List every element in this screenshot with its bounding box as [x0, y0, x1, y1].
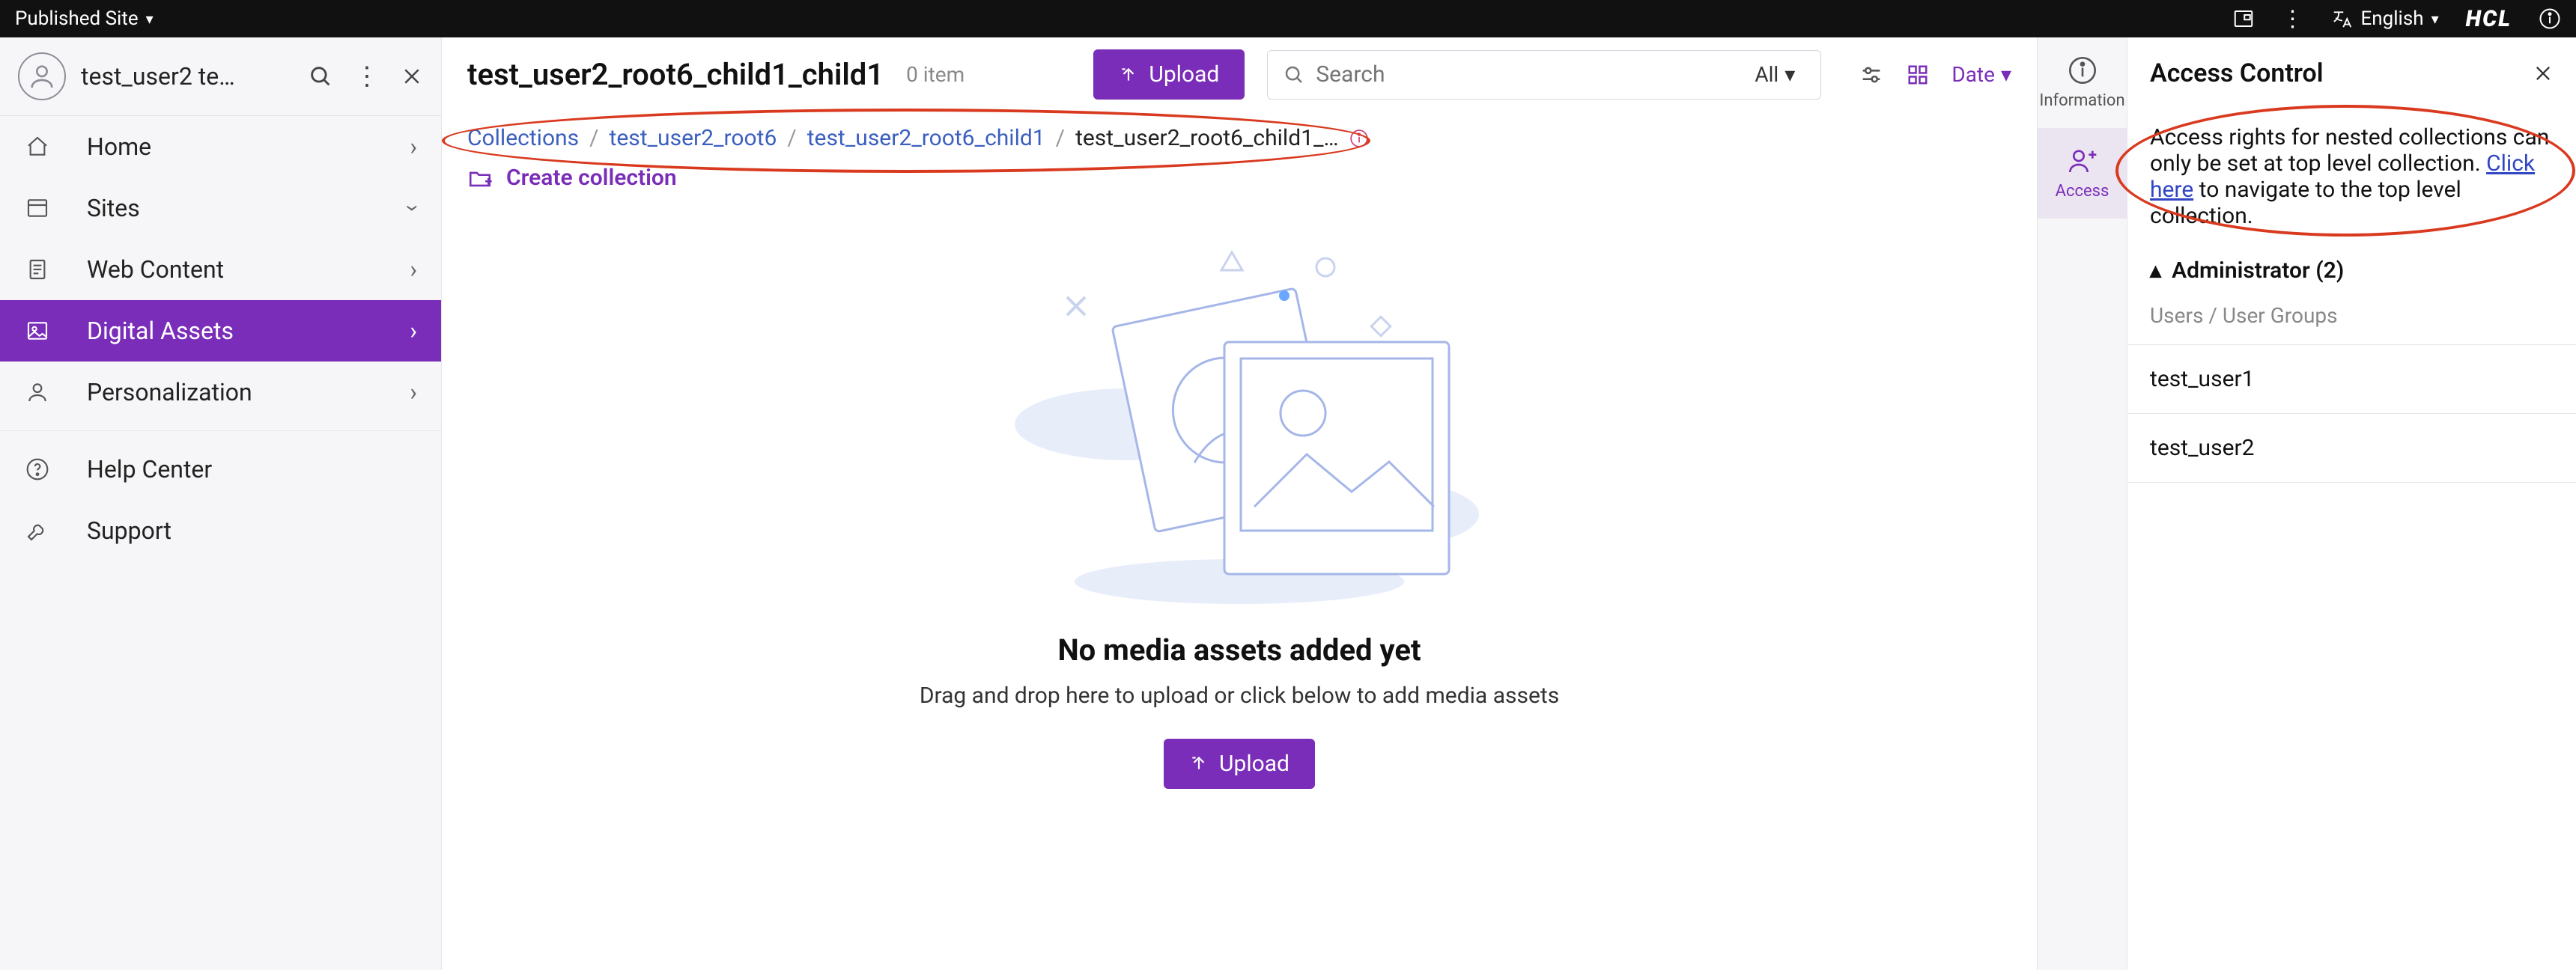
window-icon[interactable]: [2232, 7, 2255, 30]
caret-down-icon: ▾: [2001, 62, 2011, 87]
upload-label: Upload: [1219, 751, 1289, 777]
sort-label: Date: [1951, 62, 1995, 87]
user-row[interactable]: test_user2: [2127, 414, 2576, 483]
top-bar: Published Site ▾ ⋮ English ▾ HCL: [0, 0, 2576, 37]
sort-dropdown[interactable]: Date ▾: [1951, 62, 2011, 87]
breadcrumb-link[interactable]: test_user2_root6_child1: [807, 125, 1045, 151]
nav-support[interactable]: Support: [0, 500, 441, 561]
chevron-down-icon: ›: [399, 204, 428, 212]
nav-help-center[interactable]: Help Center: [0, 439, 441, 500]
close-icon[interactable]: [2533, 63, 2554, 84]
rail-label: Access: [2056, 182, 2109, 201]
language-dropdown[interactable]: English ▾: [2331, 7, 2439, 30]
panel-title: Access Control: [2150, 58, 2324, 88]
breadcrumb-separator: /: [589, 125, 598, 151]
administrator-section-toggle[interactable]: ▴ Administrator (2): [2127, 244, 2576, 297]
section-subheader: Users / User Groups: [2127, 297, 2576, 345]
search-input[interactable]: [1316, 61, 1743, 88]
chevron-right-icon: ›: [410, 378, 417, 406]
panel-message: Access rights for nested collections can…: [2127, 109, 2576, 244]
published-site-label: Published Site: [15, 7, 139, 30]
close-icon[interactable]: [401, 61, 423, 91]
chevron-right-icon: ›: [410, 132, 417, 161]
caret-down-icon: ▾: [1784, 62, 1795, 87]
create-collection-button[interactable]: Create collection: [467, 165, 677, 191]
sliders-icon[interactable]: [1859, 62, 1884, 88]
avatar-icon[interactable]: [18, 52, 66, 100]
details-rail: Information Access: [2037, 37, 2127, 970]
nav-personalization[interactable]: Personalization ›: [0, 362, 441, 423]
grid-view-icon[interactable]: [1907, 64, 1929, 86]
empty-headline: No media assets added yet: [1057, 632, 1421, 668]
image-icon: [24, 317, 51, 344]
breadcrumb-separator: /: [1056, 125, 1065, 151]
person-icon: [24, 379, 51, 406]
breadcrumb-link[interactable]: test_user2_root6: [610, 125, 777, 151]
rail-tab-information[interactable]: Information: [2038, 37, 2127, 128]
breadcrumb-link[interactable]: Collections: [467, 125, 579, 151]
published-site-dropdown[interactable]: Published Site ▾: [15, 7, 154, 30]
caret-up-icon: ▴: [2150, 257, 2161, 284]
caret-down-icon: ▾: [146, 10, 154, 28]
item-count: 0 item: [906, 62, 965, 87]
access-control-panel: Access Control Access rights for nested …: [2127, 37, 2576, 970]
page-title: test_user2_root6_child1_child1: [467, 57, 884, 92]
create-collection-label: Create collection: [506, 165, 677, 191]
main-content: test_user2_root6_child1_child1 0 item Up…: [442, 37, 2037, 970]
chevron-right-icon: ›: [410, 255, 417, 284]
panel-message-post: to navigate to the top level collection.: [2150, 177, 2461, 229]
upload-label: Upload: [1149, 61, 1219, 88]
sidebar: test_user2 tes… ⋮ Home › Sites ›: [0, 37, 442, 970]
home-icon: [24, 133, 51, 160]
sites-icon: [24, 195, 51, 222]
section-title: Administrator (2): [2172, 257, 2344, 284]
search-box[interactable]: All ▾: [1267, 50, 1821, 100]
filter-label: All: [1755, 62, 1778, 87]
document-icon: [24, 256, 51, 283]
nav-label: Help Center: [87, 455, 212, 484]
brand-logo: HCL: [2466, 6, 2512, 32]
empty-subtext: Drag and drop here to upload or click be…: [920, 683, 1559, 709]
rail-label: Information: [2039, 91, 2124, 110]
search-icon: [1283, 64, 1305, 86]
panel-header: Access Control: [2127, 37, 2576, 109]
kebab-menu-icon[interactable]: ⋮: [354, 61, 380, 91]
info-icon[interactable]: [2539, 7, 2561, 30]
main-header: test_user2_root6_child1_child1 0 item Up…: [442, 37, 2037, 107]
breadcrumb: Collections / test_user2_root6 / test_us…: [442, 107, 2037, 159]
nav-home[interactable]: Home ›: [0, 116, 441, 177]
caret-down-icon: ▾: [2431, 10, 2439, 28]
help-icon: [24, 456, 51, 483]
filter-dropdown[interactable]: All ▾: [1743, 62, 1805, 87]
wrench-icon: [24, 517, 51, 544]
kebab-menu-icon[interactable]: ⋮: [2282, 6, 2304, 32]
nav-label: Personalization: [87, 378, 252, 406]
empty-state: No media assets added yet Drag and drop …: [442, 200, 2037, 970]
primary-nav: Home › Sites › Web Content › Digital Ass…: [0, 115, 441, 423]
language-label: English: [2361, 7, 2424, 30]
info-icon[interactable]: [1349, 129, 1369, 148]
nav-label: Home: [87, 132, 151, 161]
username-label: test_user2 tes…: [81, 62, 246, 91]
nav-web-content[interactable]: Web Content ›: [0, 239, 441, 300]
nav-label: Web Content: [87, 255, 224, 284]
nav-label: Sites: [87, 194, 140, 222]
breadcrumb-current: test_user2_root6_child1_…: [1075, 125, 1339, 151]
nav-label: Support: [87, 516, 171, 545]
rail-tab-access[interactable]: Access: [2038, 128, 2127, 219]
user-row[interactable]: test_user1: [2127, 345, 2576, 414]
empty-illustration: [977, 230, 1501, 619]
search-icon[interactable]: [308, 61, 333, 91]
nav-digital-assets[interactable]: Digital Assets ›: [0, 300, 441, 362]
sidebar-header: test_user2 tes… ⋮: [0, 37, 441, 115]
nav-label: Digital Assets: [87, 317, 234, 345]
upload-button[interactable]: Upload: [1093, 49, 1245, 100]
nav-sites[interactable]: Sites ›: [0, 177, 441, 239]
chevron-right-icon: ›: [410, 317, 417, 345]
breadcrumb-separator: /: [787, 125, 796, 151]
upload-button[interactable]: Upload: [1164, 739, 1315, 789]
